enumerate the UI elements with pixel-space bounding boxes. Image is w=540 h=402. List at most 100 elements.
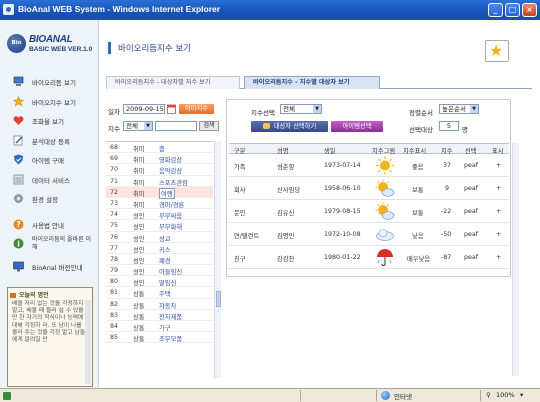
- pick-cell: peaf: [464, 162, 478, 169]
- security-zone[interactable]: 인터넷: [394, 391, 412, 401]
- birth-cell: 1980-01-22: [324, 254, 361, 261]
- chevron-down-icon: ▼: [313, 105, 321, 113]
- list-cell-name: 주택: [159, 291, 171, 299]
- list-item[interactable]: 70 취미 음악감상: [106, 164, 213, 176]
- list-item[interactable]: 74 성인 부부싸움: [106, 209, 213, 221]
- list-cell-name: 가구: [159, 325, 171, 332]
- list-item[interactable]: 76 성인 성교: [106, 232, 213, 243]
- sidebar-item-harmony[interactable]: 조화율 보기: [0, 110, 99, 130]
- chevron-down-icon[interactable]: ▾: [520, 391, 523, 399]
- quote-scrollbar[interactable]: [85, 300, 91, 384]
- score-cell: 37: [443, 162, 452, 169]
- list-cell-no: 82: [110, 300, 119, 308]
- mark-cell[interactable]: +: [496, 231, 501, 238]
- sidebar-item-label: 조화율 보기: [32, 118, 64, 126]
- select-subject-button[interactable]: 대상자 선택하기: [251, 121, 328, 132]
- favorite-button[interactable]: ★: [485, 40, 509, 62]
- name-cell: 강감찬: [277, 256, 295, 263]
- index-list-scrollbar[interactable]: [214, 141, 221, 378]
- list-cell-no: 83: [110, 311, 119, 319]
- star-icon: [13, 95, 24, 107]
- mark-cell[interactable]: +: [496, 162, 501, 169]
- sidebar-item-biorhythm[interactable]: 바이오리듬 보기: [0, 71, 99, 91]
- index-select-value: 전체: [126, 122, 138, 130]
- select-item-button[interactable]: 아이템선택: [331, 121, 383, 132]
- scroll-thumb[interactable]: [216, 291, 221, 307]
- table-row[interactable]: 가족 성춘향 1973-07-14 좋음 37 peaf +: [229, 155, 509, 177]
- list-item[interactable]: 84 상통 가구: [106, 321, 213, 333]
- sidebar-item-bio-index[interactable]: 바이오지수 보기: [0, 91, 99, 111]
- list-item[interactable]: 69 취미 영화감상: [106, 153, 213, 165]
- list-item[interactable]: 85 상통 조부모품: [106, 332, 213, 344]
- list-item[interactable]: 75 성인 부부화해: [106, 220, 213, 232]
- result-table-scrollbar[interactable]: [512, 143, 519, 376]
- right-index-select[interactable]: 전체 ▼: [280, 104, 322, 114]
- sidebar-item-version[interactable]: BioAnal 버전안내: [0, 256, 99, 276]
- list-item[interactable]: 79 성인 아들임신: [106, 265, 213, 277]
- calendar-icon[interactable]: [167, 104, 176, 114]
- list-item[interactable]: 80 성인 딸임신: [106, 276, 213, 288]
- sidebar-item-understanding[interactable]: i 바이오리듬의 올바른 이해: [0, 233, 99, 256]
- page-header: 바이오리듬지수 보기 ★: [100, 20, 540, 74]
- sidebar-item-label: 사용법 안내: [32, 221, 64, 230]
- list-cell-kind: 상통: [133, 313, 145, 321]
- list-cell-no: 80: [110, 278, 119, 286]
- list-item[interactable]: 68 취미 춤: [106, 142, 213, 154]
- index-select[interactable]: 전체 ▼: [123, 121, 153, 131]
- sidebar-item-settings[interactable]: 환경 설정: [0, 188, 99, 208]
- list-item[interactable]: 78 성인 폐경: [106, 254, 213, 266]
- table-row[interactable]: 연/탤런트 김명민 1972-10-08 낮음 -50 peaf +: [229, 224, 509, 246]
- birth-cell: 1973-07-14: [324, 162, 361, 169]
- sidebar-item-label: 데이터 서비스: [32, 176, 70, 185]
- logo-subtitle: BASIC WEB VER.1.0: [29, 46, 93, 53]
- list-cell-kind: 취미: [133, 168, 145, 176]
- group-cell: 친구: [234, 256, 246, 263]
- sidebar-item-data-service[interactable]: 데이터 서비스: [0, 169, 99, 189]
- sidebar-item-register[interactable]: 분석대상 등록: [0, 130, 99, 150]
- list-cell-kind: 상통: [133, 291, 145, 299]
- sidebar-item-label: 바이오지수 보기: [32, 98, 76, 107]
- close-button[interactable]: ×: [522, 3, 537, 17]
- search-input[interactable]: [155, 121, 197, 131]
- info-icon: i: [13, 238, 24, 249]
- data-icon: [13, 174, 24, 184]
- list-cell-no: 85: [110, 334, 119, 342]
- tab-by-person[interactable]: 바이오리듬지수 - 대상자별 지수 보기: [106, 76, 240, 89]
- minimize-button[interactable]: _: [488, 3, 503, 17]
- mark-cell[interactable]: +: [496, 208, 501, 215]
- index-label-cell: 보통: [412, 210, 424, 217]
- table-row[interactable]: 친구 강감찬 1980-01-22 매우낮음 -87 peaf +: [229, 247, 509, 269]
- tab-by-index[interactable]: 바이오리듬지수 - 지수별 대상자 보기: [244, 76, 380, 89]
- date-input[interactable]: 2009-09-15: [123, 104, 165, 114]
- table-row[interactable]: 회사 산사임당 1958-06-10 보통 9 peaf +: [229, 178, 509, 200]
- index-label-cell: 좋음: [412, 164, 424, 171]
- today-index-button[interactable]: 이미지수: [179, 104, 214, 114]
- list-cell-name: 딸임신: [159, 280, 177, 288]
- sidebar-item-guide[interactable]: ? 사용법 안내: [0, 214, 99, 234]
- list-item[interactable]: 72 취미 여행: [106, 186, 213, 199]
- list-item[interactable]: 71 취미 스포츠관람: [106, 176, 213, 187]
- list-cell-kind: 취미: [133, 157, 145, 165]
- list-cell-no: 72: [110, 188, 119, 196]
- col-header: 생일: [324, 148, 336, 155]
- list-item[interactable]: 82 상통 자동차: [106, 299, 213, 310]
- logo-name: BIOANAL: [29, 34, 73, 45]
- list-item[interactable]: 81 상통 주택: [106, 287, 213, 299]
- table-row[interactable]: 문인 김유신 1979-08-15 보통 -22 peaf +: [229, 201, 509, 223]
- mark-cell[interactable]: +: [496, 185, 501, 192]
- zoom-level[interactable]: 100%: [496, 391, 515, 399]
- list-cell-name: 춤: [159, 146, 165, 153]
- search-button[interactable]: 검색: [199, 121, 219, 131]
- list-cell-kind: 성인: [133, 235, 145, 243]
- sort-select[interactable]: 높은순서 ▼: [439, 104, 479, 114]
- list-cell-kind: 성인: [133, 269, 145, 277]
- sidebar-item-purchase[interactable]: 아이템 구매: [0, 149, 99, 169]
- group-cell: 문인: [234, 210, 246, 217]
- mark-cell[interactable]: +: [496, 254, 501, 261]
- list-item[interactable]: 77 성인 키스: [106, 243, 213, 254]
- list-item[interactable]: 83 상통 전자제품: [106, 310, 213, 321]
- count-field[interactable]: 5: [439, 121, 459, 131]
- list-item[interactable]: 73 취미 경마/경륜: [106, 198, 213, 210]
- sidebar-item-label: BioAnal 버전안내: [32, 264, 83, 272]
- maximize-button[interactable]: □: [505, 3, 520, 17]
